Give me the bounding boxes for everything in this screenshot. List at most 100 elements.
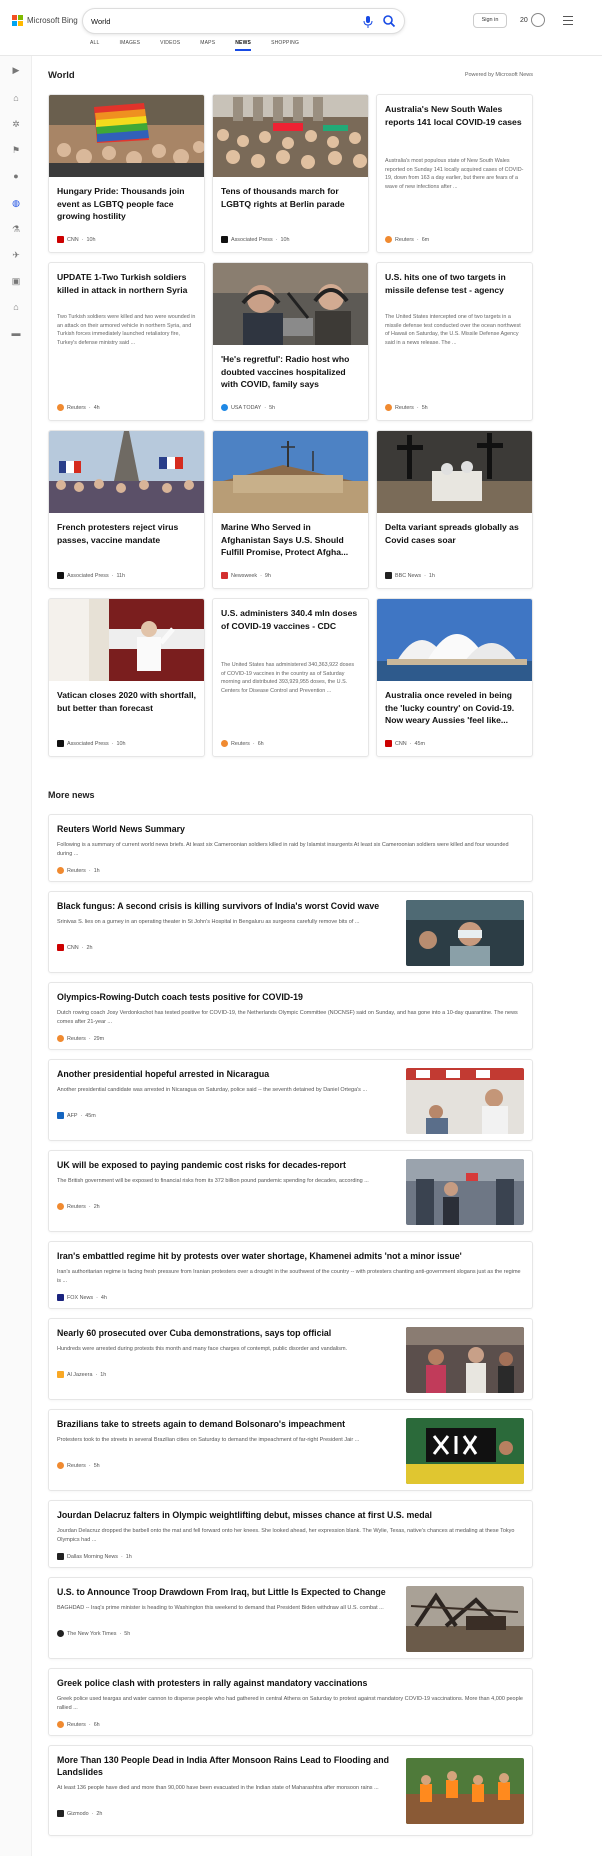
news-card[interactable]: Marine Who Served in Afghanistan Says U.… xyxy=(212,430,369,589)
list-item[interactable]: U.S. to Announce Troop Drawdown From Ira… xyxy=(48,1577,533,1659)
source-logo-icon xyxy=(385,404,392,411)
source-logo-icon xyxy=(57,1371,64,1378)
flag-icon[interactable]: ⚑ xyxy=(10,144,22,156)
list-item[interactable]: Nearly 60 prosecuted over Cuba demonstra… xyxy=(48,1318,533,1400)
card-title[interactable]: Tens of thousands march for LGBTQ rights… xyxy=(221,185,360,210)
expand-icon[interactable]: ▶ xyxy=(10,64,22,76)
news-card[interactable]: U.S. hits one of two targets in missile … xyxy=(376,262,533,421)
source-logo-icon xyxy=(57,1112,64,1119)
item-snippet: Iran's authoritarian regime is facing fr… xyxy=(57,1269,521,1284)
item-source: FOX News · 4h xyxy=(57,1294,107,1301)
tab-all[interactable]: ALL xyxy=(90,40,100,51)
item-title[interactable]: Olympics-Rowing-Dutch coach tests positi… xyxy=(57,991,524,1003)
list-item[interactable]: Reuters World News Summary Following is … xyxy=(48,814,533,882)
list-item[interactable]: Iran's embattled regime hit by protests … xyxy=(48,1241,533,1309)
card-image xyxy=(49,599,204,681)
science-icon[interactable]: ⚗ xyxy=(10,223,22,235)
item-title[interactable]: Jourdan Delacruz falters in Olympic weig… xyxy=(57,1509,524,1521)
item-title[interactable]: Greek police clash with protesters in ra… xyxy=(57,1677,524,1689)
list-item[interactable]: UK will be exposed to paying pandemic co… xyxy=(48,1150,533,1232)
section-title: World xyxy=(48,70,75,81)
entertainment-icon[interactable]: ▣ xyxy=(10,275,22,287)
news-card[interactable]: UPDATE 1-Two Turkish soldiers killed in … xyxy=(48,262,205,421)
source-logo-icon xyxy=(221,236,228,243)
card-title[interactable]: Australia once reveled in being the 'luc… xyxy=(385,689,524,727)
list-item[interactable]: Olympics-Rowing-Dutch coach tests positi… xyxy=(48,982,533,1050)
list-item[interactable]: Brazilians take to streets again to dema… xyxy=(48,1409,533,1491)
home-icon[interactable]: ⌂ xyxy=(10,92,22,104)
card-title[interactable]: Marine Who Served in Afghanistan Says U.… xyxy=(221,521,360,559)
item-title[interactable]: U.S. to Announce Troop Drawdown From Ira… xyxy=(57,1586,392,1598)
news-card[interactable]: Australia once reveled in being the 'luc… xyxy=(376,598,533,757)
item-title[interactable]: More Than 130 People Dead in India After… xyxy=(57,1754,392,1778)
tab-videos[interactable]: VIDEOS xyxy=(160,40,180,51)
card-source: USA TODAY · 5h xyxy=(221,404,275,411)
list-item[interactable]: Another presidential hopeful arrested in… xyxy=(48,1059,533,1141)
list-item[interactable]: Greek police clash with protesters in ra… xyxy=(48,1668,533,1736)
item-thumbnail xyxy=(406,1159,524,1225)
microsoft-logo-icon xyxy=(12,15,23,26)
card-title[interactable]: Hungary Pride: Thousands join event as L… xyxy=(57,185,196,223)
card-source: Associated Press · 10h xyxy=(221,236,289,243)
sports-icon[interactable]: ✈ xyxy=(10,249,22,261)
item-title[interactable]: Reuters World News Summary xyxy=(57,823,524,835)
news-card[interactable]: 'He's regretful': Radio host who doubted… xyxy=(212,262,369,421)
item-title[interactable]: Nearly 60 prosecuted over Cuba demonstra… xyxy=(57,1327,392,1339)
card-title[interactable]: Australia's New South Wales reports 141 … xyxy=(385,103,524,128)
search-box[interactable]: World xyxy=(82,8,405,34)
globe-icon[interactable]: ◍ xyxy=(10,197,22,209)
bing-logo[interactable]: Microsoft Bing xyxy=(12,15,78,26)
card-source: Reuters · 4h xyxy=(57,404,100,411)
item-source: Reuters · 1h xyxy=(57,867,100,874)
source-logo-icon xyxy=(57,867,64,874)
hamburger-menu-icon[interactable] xyxy=(563,16,573,28)
news-card[interactable]: Australia's New South Wales reports 141 … xyxy=(376,94,533,253)
item-snippet: Hundreds were arrested during protests t… xyxy=(57,1346,348,1352)
card-source: Associated Press · 11h xyxy=(57,572,125,579)
source-logo-icon xyxy=(57,1294,64,1301)
tab-images[interactable]: IMAGES xyxy=(120,40,141,51)
search-input[interactable]: World xyxy=(91,17,110,26)
card-image xyxy=(213,95,368,177)
sign-in-button[interactable]: Sign in xyxy=(473,13,507,28)
item-title[interactable]: Brazilians take to streets again to dema… xyxy=(57,1418,392,1430)
rewards-icon xyxy=(530,13,545,27)
card-title[interactable]: French protesters reject virus passes, v… xyxy=(57,521,196,546)
coronavirus-icon[interactable]: ✲ xyxy=(10,118,22,130)
card-source: Associated Press · 10h xyxy=(57,740,125,747)
card-title[interactable]: Delta variant spreads globally as Covid … xyxy=(385,521,524,546)
tab-maps[interactable]: MAPS xyxy=(200,40,215,51)
source-logo-icon xyxy=(221,404,228,411)
item-title[interactable]: Another presidential hopeful arrested in… xyxy=(57,1068,392,1080)
source-logo-icon xyxy=(57,1203,64,1210)
card-title[interactable]: UPDATE 1-Two Turkish soldiers killed in … xyxy=(57,271,196,296)
rewards-button[interactable]: 20 xyxy=(520,13,545,27)
item-title[interactable]: Iran's embattled regime hit by protests … xyxy=(57,1250,524,1262)
list-item[interactable]: Black fungus: A second crisis is killing… xyxy=(48,891,533,973)
news-card[interactable]: Delta variant spreads globally as Covid … xyxy=(376,430,533,589)
news-card[interactable]: French protesters reject virus passes, v… xyxy=(48,430,205,589)
news-card[interactable]: Tens of thousands march for LGBTQ rights… xyxy=(212,94,369,253)
tab-news[interactable]: NEWS xyxy=(235,40,251,51)
news-card[interactable]: Vatican closes 2020 with shortfall, but … xyxy=(48,598,205,757)
rewards-count: 20 xyxy=(520,16,528,24)
card-title[interactable]: U.S. administers 340.4 mln doses of COVI… xyxy=(221,607,360,632)
tab-shopping[interactable]: SHOPPING xyxy=(271,40,299,51)
money-icon[interactable]: ▬ xyxy=(10,327,22,339)
source-logo-icon xyxy=(57,1462,64,1469)
list-item[interactable]: Jourdan Delacruz falters in Olympic weig… xyxy=(48,1500,533,1568)
card-title[interactable]: U.S. hits one of two targets in missile … xyxy=(385,271,524,296)
card-title[interactable]: Vatican closes 2020 with shortfall, but … xyxy=(57,689,196,714)
search-icon[interactable] xyxy=(382,14,396,28)
item-title[interactable]: UK will be exposed to paying pandemic co… xyxy=(57,1159,392,1171)
news-card[interactable]: Hungary Pride: Thousands join event as L… xyxy=(48,94,205,253)
item-title[interactable]: Black fungus: A second crisis is killing… xyxy=(57,900,392,912)
list-item[interactable]: More Than 130 People Dead in India After… xyxy=(48,1745,533,1836)
card-title[interactable]: 'He's regretful': Radio host who doubted… xyxy=(221,353,360,391)
politics-icon[interactable]: ⌂ xyxy=(10,301,22,313)
location-icon[interactable]: ● xyxy=(10,170,22,182)
microphone-icon[interactable] xyxy=(362,15,374,29)
vertical-tabs: ALL IMAGES VIDEOS MAPS NEWS SHOPPING xyxy=(90,40,299,51)
more-news-title: More news xyxy=(48,790,95,800)
news-card[interactable]: U.S. administers 340.4 mln doses of COVI… xyxy=(212,598,369,757)
